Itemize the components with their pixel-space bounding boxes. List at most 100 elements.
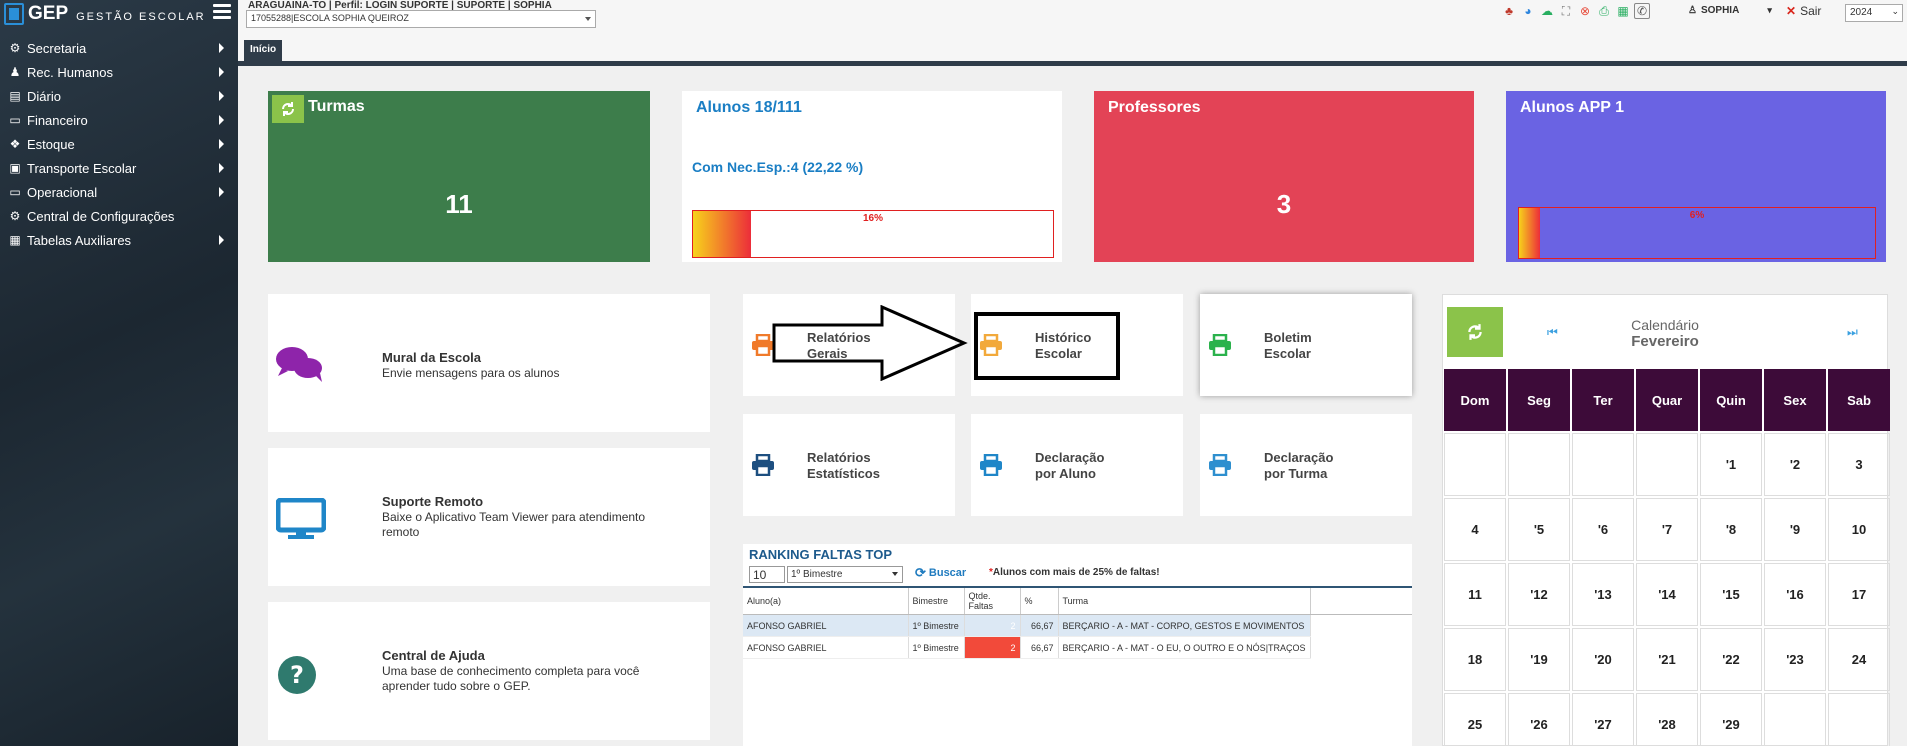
calendar-day[interactable]: '14 <box>1636 563 1698 626</box>
chat-icon[interactable]: ☁ <box>1539 3 1555 19</box>
search-button[interactable]: ⟳ Buscar <box>915 565 966 581</box>
table-row[interactable]: AFONSO GABRIEL 1º Bimestre 2 66,67 BERÇARIO … <box>743 614 1412 637</box>
hamburger-menu-icon[interactable] <box>213 4 231 22</box>
ranking-note: *Alunos com mais de 25% de faltas! <box>989 567 1160 578</box>
chevron-right-icon <box>219 67 224 77</box>
close-icon: ✕ <box>1786 4 1797 18</box>
calendar-day[interactable]: 10 <box>1828 498 1890 561</box>
panel-title: Suporte Remoto <box>382 494 484 509</box>
calendar-day[interactable]: 11 <box>1444 563 1506 626</box>
sidebar-item-tabelas-auxiliares[interactable]: ▦ Tabelas Auxiliares <box>0 228 238 252</box>
refresh-icon[interactable] <box>272 95 304 123</box>
caret-down-icon: ▾ <box>1767 5 1772 15</box>
tile-declaracao-turma[interactable]: Declaração por Turma <box>1200 414 1412 516</box>
people-icon[interactable]: ♣ <box>1501 3 1517 19</box>
sidebar-item-financeiro[interactable]: ▭ Financeiro <box>0 108 238 132</box>
table-cell: 2 <box>964 636 1021 659</box>
close-circle-icon[interactable]: ⊗ <box>1577 3 1593 19</box>
calendar-day[interactable]: '16 <box>1764 563 1826 626</box>
sidebar-item-label: Tabelas Auxiliares <box>27 232 132 248</box>
calendar-day[interactable]: '27 <box>1572 693 1634 746</box>
calendar-day[interactable]: '22 <box>1700 628 1762 691</box>
calendar-day[interactable]: '20 <box>1572 628 1634 691</box>
table-cell: AFONSO GABRIEL <box>743 636 909 659</box>
panel-title: Central de Ajuda <box>382 648 485 663</box>
column-header[interactable]: % <box>1020 586 1059 615</box>
calendar-day[interactable]: 18 <box>1444 628 1506 691</box>
card-alunos-app[interactable]: Alunos APP 1 6% <box>1506 91 1886 262</box>
calendar-day[interactable]: '13 <box>1572 563 1634 626</box>
school-select[interactable]: 17055288|ESCOLA SOPHIA QUEIROZ <box>246 10 596 28</box>
fullscreen-icon[interactable]: ⛶ <box>1558 3 1574 19</box>
card-alunos[interactable]: Alunos 18/111 Com Nec.Esp.:4 (22,22 %) 1… <box>682 91 1062 262</box>
whatsapp-icon[interactable]: ✆ <box>1634 3 1650 19</box>
calendar-day[interactable]: 4 <box>1444 498 1506 561</box>
table-cell: 2 <box>964 614 1021 637</box>
tile-boletim-escolar[interactable]: Boletim Escolar <box>1200 294 1412 396</box>
gears-icon: ⚙ <box>9 41 21 55</box>
panel-mural[interactable]: Mural da Escola Envie mensagens para os … <box>268 294 710 432</box>
bus-icon: ▣ <box>9 161 21 175</box>
calendar-day[interactable]: 17 <box>1828 563 1890 626</box>
chevron-down-icon: ⌄ <box>1891 6 1899 16</box>
calendar-day[interactable]: '1 <box>1700 433 1762 496</box>
weekday-header: Quar <box>1636 369 1698 431</box>
tile-declaracao-aluno[interactable]: Declaração por Aluno <box>971 414 1183 516</box>
next-month-icon[interactable]: ⏭ <box>1847 325 1858 340</box>
card-title: Professores <box>1108 99 1201 116</box>
panel-central-ajuda[interactable]: ? Central de Ajuda Uma base de conhecime… <box>268 602 710 740</box>
user-menu[interactable]: ♙ SOPHIA ▾ <box>1688 5 1772 16</box>
table-cell: 66,67 <box>1020 636 1059 659</box>
year-select[interactable]: 2024 ⌄ <box>1845 4 1903 22</box>
sidebar-item-central-de-configura-es[interactable]: ⚙ Central de Configurações <box>0 204 238 228</box>
tile-relatorios-estatisticos[interactable]: Relatórios Estatísticos <box>743 414 955 516</box>
sidebar-item-transporte-escolar[interactable]: ▣ Transporte Escolar <box>0 156 238 180</box>
calendar-day[interactable]: '15 <box>1700 563 1762 626</box>
calendar-day[interactable]: '5 <box>1508 498 1570 561</box>
chevron-down-icon <box>892 572 898 576</box>
table-row[interactable]: AFONSO GABRIEL 1º Bimestre 2 66,67 BERÇARIO … <box>743 636 1412 659</box>
weekday-header: Dom <box>1444 369 1506 431</box>
calendar-month: Fevereiro <box>1631 333 1699 350</box>
calendar-day[interactable]: 24 <box>1828 628 1890 691</box>
school-select-value: 17055288|ESCOLA SOPHIA QUEIROZ <box>251 13 409 23</box>
calendar-day[interactable]: '6 <box>1572 498 1634 561</box>
pie-chart-icon[interactable]: ◕ <box>1520 3 1536 19</box>
calendar-day[interactable]: '9 <box>1764 498 1826 561</box>
calendar-day[interactable]: 25 <box>1444 693 1506 746</box>
card-turmas[interactable]: Turmas 11 <box>268 91 650 262</box>
sidebar-item-operacional[interactable]: ▭ Operacional <box>0 180 238 204</box>
column-header[interactable]: Qtde. Faltas <box>964 586 1021 615</box>
calendar-day[interactable]: 3 <box>1828 433 1890 496</box>
column-header[interactable]: Turma <box>1058 586 1311 615</box>
calendar-day[interactable]: '23 <box>1764 628 1826 691</box>
sidebar-item-di-rio[interactable]: ▤ Diário <box>0 84 238 108</box>
sidebar-item-secretaria[interactable]: ⚙ Secretaria <box>0 36 238 60</box>
calendar-day[interactable]: '8 <box>1700 498 1762 561</box>
calendar-day[interactable]: '26 <box>1508 693 1570 746</box>
card-professores[interactable]: Professores 3 <box>1094 91 1474 262</box>
sidebar-item-estoque[interactable]: ❖ Estoque <box>0 132 238 156</box>
sidebar-item-rec-humanos[interactable]: ♟ Rec. Humanos <box>0 60 238 84</box>
logout-button[interactable]: ✕ Sair <box>1786 4 1821 18</box>
top-count-input[interactable]: 10 <box>749 566 785 583</box>
calendar-day[interactable]: '28 <box>1636 693 1698 746</box>
spreadsheet-icon[interactable]: ▦ <box>1615 3 1631 19</box>
calendar-day[interactable]: '29 <box>1700 693 1762 746</box>
gear-icon: ⚙ <box>9 209 21 223</box>
calendar-day[interactable]: '7 <box>1636 498 1698 561</box>
calendar: Calendário Fevereiro ⏮ ⏭ Dom Seg Ter Quar Qu… <box>1442 294 1890 746</box>
calendar-day[interactable]: '21 <box>1636 628 1698 691</box>
logo[interactable]: GEP GESTÃO ESCOLAR <box>4 0 206 28</box>
previous-month-icon[interactable]: ⏮ <box>1547 325 1558 340</box>
column-header[interactable]: Bimestre <box>908 586 965 615</box>
top-bar: ARAGUAINA-TO | Perfil: LOGIN SUPORTE | S… <box>238 0 1907 30</box>
bimestre-select[interactable]: 1º Bimestre <box>787 566 903 583</box>
tab-home[interactable]: Início <box>244 40 283 61</box>
calendar-day[interactable]: '19 <box>1508 628 1570 691</box>
printer-icon[interactable]: ⎙ <box>1596 3 1612 19</box>
panel-suporte-remoto[interactable]: Suporte Remoto Baixe o Aplicativo Team V… <box>268 448 710 586</box>
calendar-day[interactable]: '12 <box>1508 563 1570 626</box>
calendar-day[interactable]: '2 <box>1764 433 1826 496</box>
column-header[interactable]: Aluno(a) <box>743 586 909 615</box>
